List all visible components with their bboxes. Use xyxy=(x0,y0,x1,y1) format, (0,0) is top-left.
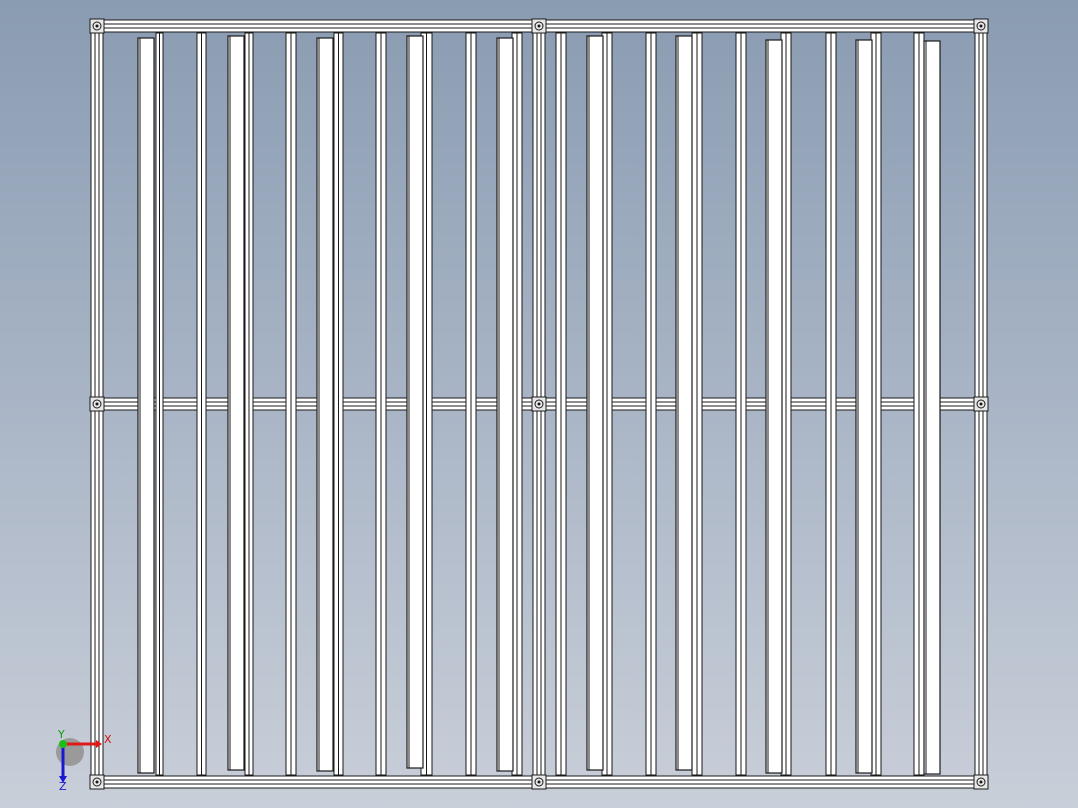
y-axis-icon xyxy=(59,740,67,748)
z-axis-label: Z xyxy=(59,780,67,793)
bracket-node-icon xyxy=(531,396,547,412)
y-axis-label: Y xyxy=(57,728,65,741)
bracket-node-icon xyxy=(973,18,989,34)
frame-model[interactable]: X Y Z xyxy=(0,0,1078,808)
bracket-node-icon xyxy=(89,774,105,790)
frame-layer xyxy=(89,18,989,790)
bracket-node-icon xyxy=(973,774,989,790)
bracket-node-icon xyxy=(89,396,105,412)
graphics-viewport[interactable]: X Y Z xyxy=(0,0,1078,808)
bracket-node-icon xyxy=(89,18,105,34)
bracket-node-icon xyxy=(531,774,547,790)
bracket-node-icon xyxy=(973,396,989,412)
bracket-node-icon xyxy=(531,18,547,34)
x-axis-label: X xyxy=(104,733,112,746)
